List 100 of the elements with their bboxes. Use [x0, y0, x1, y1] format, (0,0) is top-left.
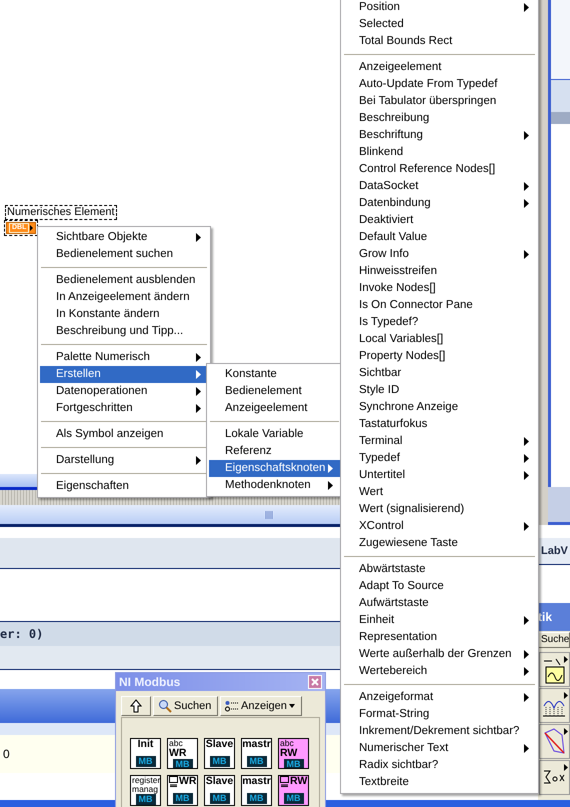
close-button[interactable]	[308, 675, 322, 689]
vi-tile[interactable]: mastr MB	[241, 738, 272, 769]
menu-item[interactable]: Konstante	[209, 366, 340, 383]
palette-tile[interactable]	[539, 688, 570, 723]
menu-item[interactable]: Beschreibung	[343, 110, 536, 127]
tile-label: Slave	[206, 739, 234, 750]
menu-item[interactable]: Property Nodes[]	[343, 348, 536, 365]
menu-item[interactable]: Bedienelement ausblenden	[40, 272, 208, 289]
menu-item[interactable]: Lokale Variable	[209, 426, 340, 443]
menu-item[interactable]: Als Symbol anzeigen	[40, 426, 208, 443]
vi-tile[interactable]: WR MB	[167, 775, 198, 806]
menu-item[interactable]: Abwärtstaste	[343, 561, 536, 578]
menu-item[interactable]: Zugewiesene Taste	[343, 535, 536, 552]
menu-item[interactable]: Palette Numerisch	[40, 349, 208, 366]
palette-title: tik	[538, 609, 552, 626]
menu-item[interactable]: Erstellen	[40, 366, 208, 383]
vi-tile[interactable]: abc WR MB	[167, 738, 198, 769]
menu-item[interactable]: XControl	[343, 518, 536, 535]
menu-item[interactable]: Hinweisstreifen	[343, 263, 536, 280]
submenu-arrow-icon	[524, 131, 529, 140]
menu-item[interactable]: Methodenknoten	[209, 477, 340, 494]
menu-item[interactable]: Sichtbare Objekte	[40, 229, 208, 246]
menu-item[interactable]: Bedienelement	[209, 383, 340, 400]
vi-tile[interactable]: abc RW MB	[278, 738, 309, 769]
menu-item[interactable]: Datenoperationen	[40, 383, 208, 400]
computer-icon	[169, 776, 178, 787]
menu-item[interactable]: Position	[343, 0, 536, 16]
menu-item[interactable]: Darstellung	[40, 452, 208, 469]
control-label: Numerisches Element	[5, 205, 117, 220]
menu-item[interactable]: Bedienelement suchen	[40, 246, 208, 263]
menu-item[interactable]: Selected	[343, 16, 536, 33]
menu-item[interactable]: Werte außerhalb der Grenzen	[343, 646, 536, 663]
vi-tile[interactable]: Slave MB	[204, 738, 235, 769]
menu-item[interactable]: Adapt To Source	[343, 578, 536, 595]
menu-item[interactable]: Format-String	[343, 706, 536, 723]
menu-item[interactable]: Is Typedef?	[343, 314, 536, 331]
menu-item[interactable]: Local Variables[]	[343, 331, 536, 348]
menu-item[interactable]: Anzeigeelement	[343, 59, 536, 76]
tile-label: WR	[169, 748, 186, 759]
view-button[interactable]: Anzeigen	[220, 696, 302, 716]
menu-item[interactable]: Wert	[343, 484, 536, 501]
palette-tile[interactable]	[539, 760, 570, 795]
vi-tile[interactable]: Slave MB	[204, 775, 235, 806]
palette-tile[interactable]	[539, 652, 570, 687]
tile-badge: MB	[284, 759, 304, 768]
menu-item[interactable]: Sichtbar	[343, 365, 536, 382]
menu-item[interactable]: Anzeigeformat	[343, 689, 536, 706]
menu-item[interactable]: Synchrone Anzeige	[343, 399, 536, 416]
menu-item[interactable]: Eigenschaften	[40, 478, 208, 495]
menu-item[interactable]: In Anzeigeelement ändern	[40, 289, 208, 306]
up-button[interactable]	[121, 696, 151, 716]
menu-item[interactable]: Blinkend	[343, 144, 536, 161]
menu-item[interactable]: Datenbindung	[343, 195, 536, 212]
menu-item[interactable]: Fortgeschritten	[40, 400, 208, 417]
menu-item[interactable]: Wertebereich	[343, 663, 536, 680]
menu-item[interactable]: Wert (signalisierend)	[343, 501, 536, 518]
submenu-arrow-icon	[564, 728, 568, 735]
tile-label: mastr	[242, 739, 271, 750]
menu-item[interactable]: Inkrement/Dekrement sichtbar?	[343, 723, 536, 740]
menu-item[interactable]: Anzeigeelement	[209, 400, 340, 417]
menu-item[interactable]: Beschriftung	[343, 127, 536, 144]
menu-item[interactable]: Grow Info	[343, 246, 536, 263]
menu-item[interactable]: DataSocket	[343, 178, 536, 195]
tile-badge: MB	[136, 794, 156, 805]
vi-tile[interactable]: RW MB	[278, 775, 309, 806]
list-icon	[225, 700, 239, 712]
menu-item[interactable]: Control Reference Nodes[]	[343, 161, 536, 178]
menu-item[interactable]: Einheit	[343, 612, 536, 629]
menu-item[interactable]: Eigenschaftsknoten	[209, 460, 340, 477]
tile-label: manag	[132, 785, 158, 794]
menu-item[interactable]: Referenz	[209, 443, 340, 460]
menu-item[interactable]: In Konstante ändern	[40, 306, 208, 323]
vi-tile[interactable]: register manag MB	[130, 775, 161, 806]
menu-item[interactable]: Beschreibung und Tipp...	[40, 323, 208, 340]
menu-item[interactable]: Untertitel	[343, 467, 536, 484]
tile-badge: MB	[210, 793, 230, 804]
menu-item[interactable]: Aufwärtstaste	[343, 595, 536, 612]
menu-item[interactable]: Textbreite	[343, 774, 536, 791]
menu-item[interactable]: Deaktiviert	[343, 212, 536, 229]
vi-tile[interactable]: Init MB	[130, 738, 161, 769]
vi-tile[interactable]: mastr MB	[241, 775, 272, 806]
menu-item[interactable]: Radix sichtbar?	[343, 757, 536, 774]
menu-item[interactable]: Typedef	[343, 450, 536, 467]
palette-tile[interactable]	[539, 724, 570, 759]
menu-item[interactable]: Tastaturfokus	[343, 416, 536, 433]
menu-item[interactable]: Auto-Update From Typedef	[343, 76, 536, 93]
tile-label: WR	[179, 776, 196, 787]
submenu-arrow-icon	[524, 3, 529, 12]
search-button[interactable]: Suche	[538, 632, 570, 648]
menu-item[interactable]: Total Bounds Rect	[343, 33, 536, 50]
tile-label: Init	[138, 739, 154, 750]
menu-item[interactable]: Terminal	[343, 433, 536, 450]
search-button[interactable]: Suchen	[153, 696, 218, 716]
menu-item[interactable]: Style ID	[343, 382, 536, 399]
menu-item[interactable]: Numerischer Text	[343, 740, 536, 757]
menu-item[interactable]: Is On Connector Pane	[343, 297, 536, 314]
menu-item[interactable]: Default Value	[343, 229, 536, 246]
menu-item[interactable]: Bei Tabulator überspringen	[343, 93, 536, 110]
menu-item[interactable]: Invoke Nodes[]	[343, 280, 536, 297]
menu-item[interactable]: Representation	[343, 629, 536, 646]
